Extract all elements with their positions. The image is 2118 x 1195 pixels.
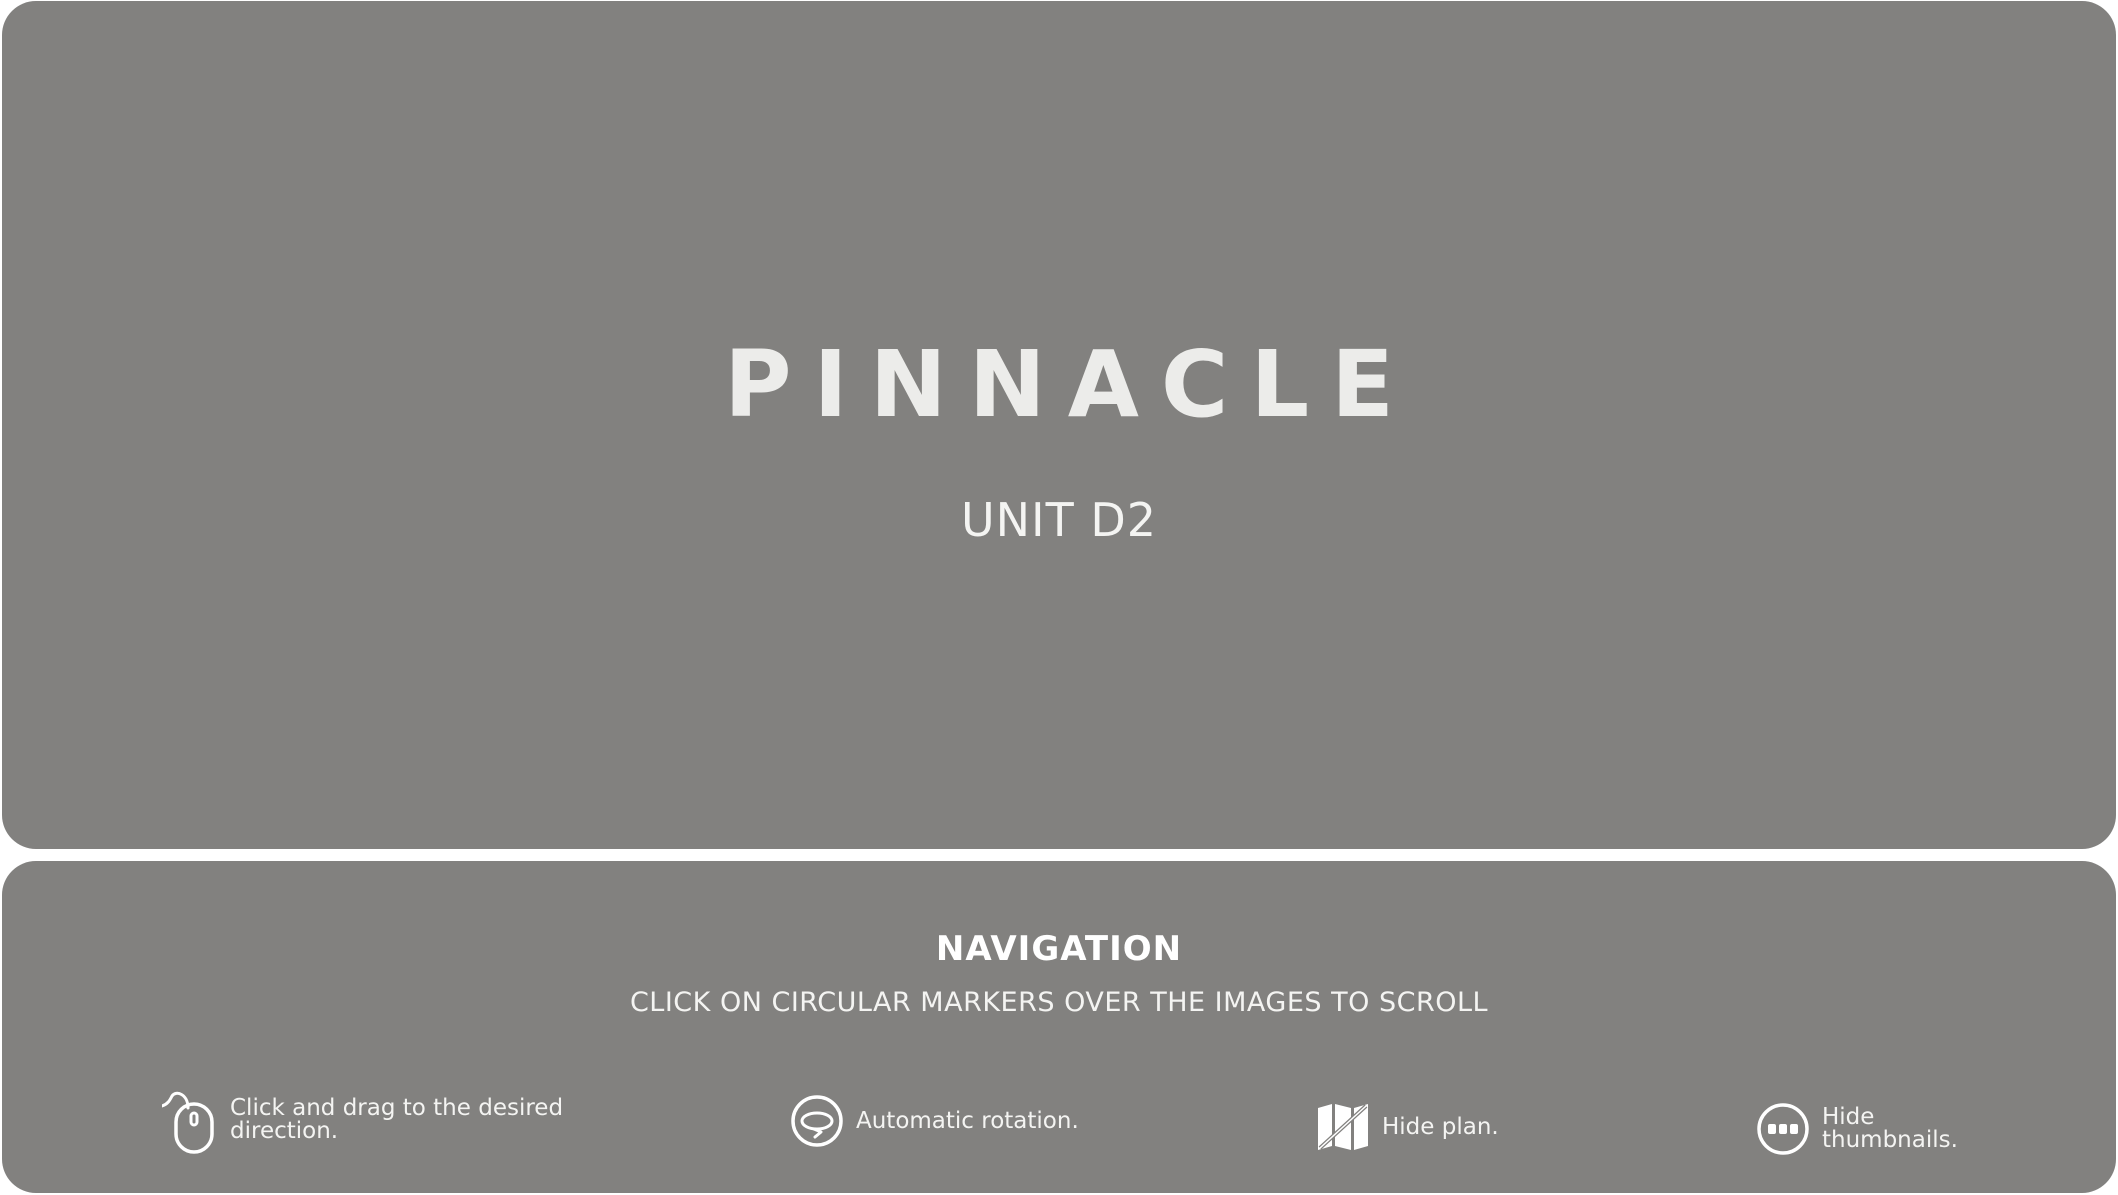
hint-click-and-drag: Click and drag to the desired direction. (162, 1086, 563, 1154)
thumbnails-icon (1756, 1102, 1810, 1156)
hint-click-and-drag-label: Click and drag to the desired direction. (230, 1095, 564, 1144)
rotation-icon (790, 1094, 844, 1148)
hint-hide-plan: Hide plan. (1316, 1104, 1499, 1150)
hint-automatic-rotation-label: Automatic rotation. (856, 1107, 1079, 1134)
navigation-instructions: CLICK ON CIRCULAR MARKERS OVER THE IMAGE… (629, 987, 1489, 1018)
navigation-title: NAVIGATION (935, 929, 1183, 969)
hint-automatic-rotation: Automatic rotation. (790, 1094, 1079, 1148)
brand-logo-text: PINNACLE (724, 331, 1416, 438)
mouse-icon (162, 1086, 218, 1154)
hint-hide-thumbnails-label: Hide thumbnails. (1822, 1104, 1958, 1153)
unit-title: UNIT D2 (960, 493, 1158, 547)
map-icon (1316, 1104, 1370, 1150)
hint-hide-plan-label: Hide plan. (1382, 1113, 1499, 1140)
hint-hide-thumbnails: Hide thumbnails. (1756, 1102, 1958, 1156)
